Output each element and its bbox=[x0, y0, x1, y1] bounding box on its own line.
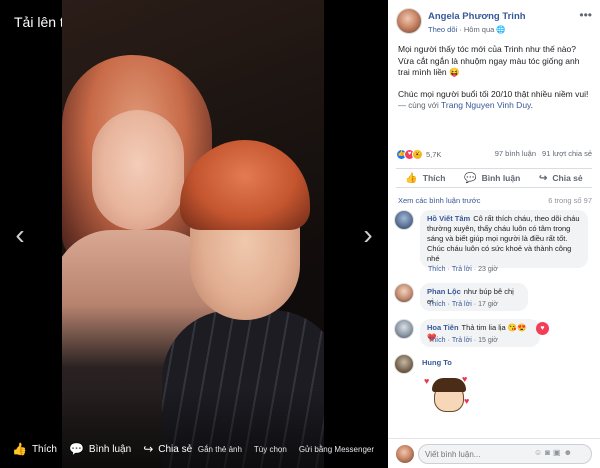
comment-like-link[interactable]: Thích bbox=[428, 301, 446, 308]
previous-comments-row: Xem các bình luận trước 6 trong số 97 bbox=[398, 196, 592, 206]
comment-progress: 6 trong số 97 bbox=[548, 196, 592, 205]
comment-icon: 💬 bbox=[68, 442, 84, 456]
options-link[interactable]: Tùy chọn bbox=[254, 445, 287, 454]
post-stats: 👍 ♥ 😮 5,7K 97 bình luận 91 lượt chia sẻ bbox=[396, 148, 592, 162]
comment-reply-link[interactable]: Trả lời bbox=[452, 266, 472, 273]
tagged-person-link[interactable]: Trang Nguyen Vinh Duy bbox=[441, 100, 531, 110]
viewer-action-bar: 👍 Thích 💬 Bình luận ↪ Chia sẻ Gắn thẻ ản… bbox=[0, 430, 388, 468]
sticker-hair bbox=[432, 378, 466, 392]
post-caption: Mọi người thấy tóc mới của Trinh như thế… bbox=[398, 44, 592, 122]
post-photo[interactable] bbox=[62, 0, 324, 468]
share-count[interactable]: 91 lượt chia sẻ bbox=[542, 149, 592, 158]
caption-paragraph-1: Mọi người thấy tóc mới của Trinh như thế… bbox=[398, 44, 580, 77]
comment-reply-link[interactable]: Trả lời bbox=[452, 337, 472, 344]
commenter-avatar[interactable] bbox=[394, 210, 414, 230]
photo-viewer: Tải lên từ di động ‹ › 👍 Thích 💬 Bình lu… bbox=[0, 0, 388, 468]
comment-author[interactable]: Phan Lộc bbox=[427, 287, 461, 296]
like-icon: 👍 bbox=[12, 442, 27, 456]
post-time[interactable]: Hôm qua bbox=[464, 25, 494, 34]
viewer-share-label: Chia sẻ bbox=[158, 443, 193, 455]
comment-author[interactable]: Hung To bbox=[422, 358, 452, 367]
globe-icon: 🌐 bbox=[496, 25, 506, 34]
my-avatar bbox=[396, 445, 414, 463]
follow-button[interactable]: Theo dõi bbox=[428, 25, 457, 34]
viewer-like-label: Thích bbox=[31, 443, 57, 455]
comment-reply-link[interactable]: Trả lời bbox=[452, 301, 472, 308]
comment-author[interactable]: Hoa Tiên bbox=[427, 323, 459, 332]
comment-count[interactable]: 97 bình luận bbox=[495, 149, 536, 158]
author-avatar[interactable] bbox=[396, 8, 422, 34]
post-author-header: Angela Phương Trinh Theo dõi · Hôm qua 🌐… bbox=[396, 8, 592, 38]
comment-label: Bình luận bbox=[481, 173, 521, 183]
composer-icons: ☺ ◙ ▣ ☻ bbox=[534, 448, 572, 457]
viewer-links: Gắn thẻ ảnh Tùy chọn Gửi bằng Messenger bbox=[198, 430, 374, 468]
author-name[interactable]: Angela Phương Trinh bbox=[428, 11, 526, 22]
emoji-icon[interactable]: ☺ bbox=[534, 448, 542, 457]
like-button[interactable]: 👍 Thích bbox=[405, 173, 445, 184]
comment-bubble: Hồ Viết Tâm Cô rất thích cháu, theo dõi c… bbox=[420, 210, 588, 268]
share-label: Chia sẻ bbox=[552, 173, 583, 183]
viewer-share-button[interactable]: ↪ Chia sẻ bbox=[143, 442, 192, 456]
commenter-avatar[interactable] bbox=[394, 283, 414, 303]
comment-time[interactable]: 23 giờ bbox=[478, 266, 498, 273]
post-panel: Angela Phương Trinh Theo dõi · Hôm qua 🌐… bbox=[388, 0, 600, 468]
comment-sticker: ♥ ♥ ♥ bbox=[424, 374, 472, 416]
post-actions: 👍 Thích 💬 Bình luận ↪ Chia sẻ bbox=[396, 168, 592, 188]
heart-icon: ♥ bbox=[464, 396, 470, 406]
photo-person-face bbox=[92, 110, 184, 230]
comment-meta: Thích · Trả lời · 23 giờ bbox=[428, 266, 498, 273]
comment-icon: 💬 bbox=[464, 172, 477, 184]
comment-time[interactable]: 15 giờ bbox=[478, 337, 498, 344]
view-previous-comments-link[interactable]: Xem các bình luận trước bbox=[398, 196, 480, 205]
viewer-comment-button[interactable]: 💬 Bình luận bbox=[69, 442, 131, 456]
like-label: Thích bbox=[422, 173, 446, 183]
comment-like-link[interactable]: Thích bbox=[428, 266, 446, 273]
comment-author[interactable]: Hồ Viết Tâm bbox=[427, 214, 470, 223]
with-prefix: — cùng với bbox=[398, 101, 442, 110]
wow-reaction-icon: 😮 bbox=[412, 149, 423, 160]
commenter-avatar[interactable] bbox=[394, 354, 414, 374]
tag-photo-link[interactable]: Gắn thẻ ảnh bbox=[198, 445, 242, 454]
chevron-right-icon[interactable]: › bbox=[358, 220, 378, 250]
comment-heart-reaction-icon[interactable]: ♥ bbox=[536, 322, 549, 335]
more-options-icon[interactable]: ••• bbox=[579, 8, 592, 22]
send-messenger-link[interactable]: Gửi bằng Messenger bbox=[299, 445, 374, 454]
chevron-left-icon[interactable]: ‹ bbox=[10, 220, 30, 250]
comment-meta: Thích · Trả lời · 17 giờ bbox=[428, 301, 498, 308]
share-icon: ↪ bbox=[143, 442, 154, 456]
stats-right: 97 bình luận 91 lượt chia sẻ bbox=[495, 149, 592, 158]
like-icon: 👍 bbox=[405, 172, 418, 184]
reaction-count: 5,7K bbox=[426, 150, 442, 159]
with-suffix: . bbox=[530, 100, 534, 110]
camera-icon[interactable]: ◙ bbox=[545, 448, 550, 457]
comment-button[interactable]: 💬 Bình luận bbox=[464, 173, 520, 184]
viewer-like-button[interactable]: 👍 Thích bbox=[12, 442, 57, 456]
comment-like-link[interactable]: Thích bbox=[428, 337, 446, 344]
gif-icon[interactable]: ▣ bbox=[553, 448, 561, 457]
comment-time[interactable]: 17 giờ bbox=[478, 301, 498, 308]
caption-line-2: Chúc mọi người buổi tối 20/10 thật nhiều… bbox=[398, 88, 589, 99]
author-subline: Theo dõi · Hôm qua 🌐 bbox=[428, 25, 506, 34]
comment-meta: Thích · Trả lời · 15 giờ bbox=[428, 337, 498, 344]
reaction-summary[interactable]: 👍 ♥ 😮 5,7K bbox=[396, 149, 441, 160]
share-button[interactable]: ↪ Chia sẻ bbox=[539, 173, 583, 184]
viewer-comment-label: Bình luận bbox=[88, 443, 132, 455]
comment-composer: ☺ ◙ ▣ ☻ bbox=[388, 438, 600, 468]
commenter-avatar[interactable] bbox=[394, 319, 414, 339]
caption-paragraph-2: Chúc mọi người buổi tối 20/10 thật nhiều… bbox=[398, 89, 592, 112]
share-icon: ↪ bbox=[538, 172, 548, 184]
sticker-icon[interactable]: ☻ bbox=[564, 448, 572, 457]
